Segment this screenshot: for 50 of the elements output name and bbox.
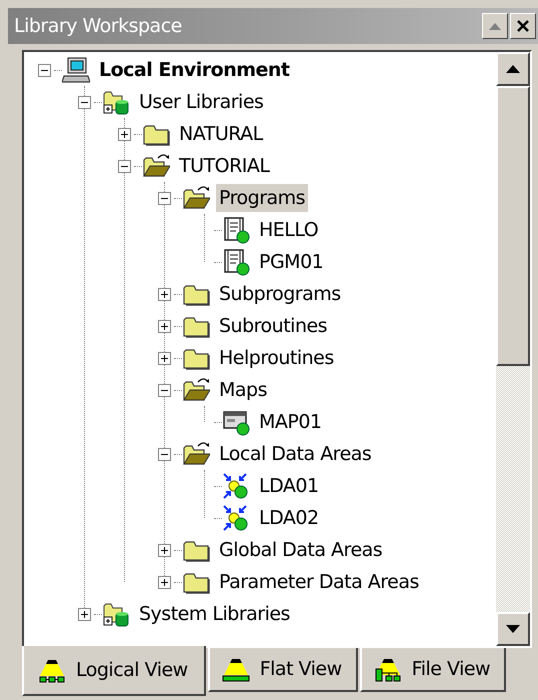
tree-item[interactable]: User Libraries	[136, 88, 266, 116]
expand-icon[interactable]	[78, 608, 90, 620]
down-arrow-icon	[506, 625, 520, 633]
program-icon	[222, 248, 250, 276]
collapse-icon[interactable]	[78, 96, 90, 108]
collapse-icon[interactable]	[158, 192, 170, 204]
expand-icon[interactable]	[158, 320, 170, 332]
close-button[interactable]	[510, 13, 536, 39]
tree-item[interactable]: Subroutines	[216, 312, 330, 340]
collapse-icon[interactable]	[158, 448, 170, 460]
tree-item[interactable]: Maps	[216, 376, 270, 404]
up-arrow-icon	[506, 65, 520, 73]
tree-item[interactable]: PGM01	[256, 248, 326, 276]
tree-item[interactable]: LDA01	[256, 472, 322, 500]
scroll-up-button[interactable]	[496, 52, 530, 86]
maximize-button[interactable]	[482, 13, 508, 39]
data-area-icon	[222, 472, 250, 500]
tree-item[interactable]: Global Data Areas	[216, 536, 386, 564]
tree-item[interactable]: System Libraries	[136, 600, 293, 628]
expand-icon[interactable]	[158, 352, 170, 364]
tree-item[interactable]: LDA02	[256, 504, 322, 532]
tree-item[interactable]: Parameter Data Areas	[216, 568, 422, 596]
expand-icon[interactable]	[118, 128, 130, 140]
window-title: Library Workspace	[14, 14, 182, 39]
tree-item[interactable]: TUTORIAL	[176, 152, 272, 180]
view-tab[interactable]: Flat View	[208, 648, 358, 692]
computer-icon	[62, 56, 90, 84]
tree-item[interactable]: Helproutines	[216, 344, 337, 372]
collapse-icon[interactable]	[38, 64, 50, 76]
collapse-icon[interactable]	[118, 160, 130, 172]
tree-item[interactable]: NATURAL	[176, 120, 266, 148]
tree-item[interactable]: Local Data Areas	[216, 440, 374, 468]
program-icon	[222, 216, 250, 244]
scrollbar[interactable]	[496, 52, 530, 646]
tree-item[interactable]: HELLO	[256, 216, 322, 244]
collapse-icon[interactable]	[158, 384, 170, 396]
expand-icon[interactable]	[158, 544, 170, 556]
view-tab[interactable]: Logical View	[22, 646, 206, 696]
view-tab[interactable]: File View	[360, 648, 506, 692]
tree-item[interactable]: Programs	[216, 184, 308, 212]
tree-item[interactable]: Subprograms	[216, 280, 344, 308]
scrollbar-thumb[interactable]	[496, 86, 530, 366]
tree-item[interactable]: MAP01	[256, 408, 325, 436]
expand-icon[interactable]	[158, 576, 170, 588]
up-arrow-icon	[489, 22, 501, 30]
tree-item[interactable]: Local Environment	[96, 56, 293, 84]
expand-icon[interactable]	[158, 288, 170, 300]
scroll-down-button[interactable]	[496, 612, 530, 646]
close-icon	[517, 20, 529, 32]
data-area-icon	[222, 504, 250, 532]
